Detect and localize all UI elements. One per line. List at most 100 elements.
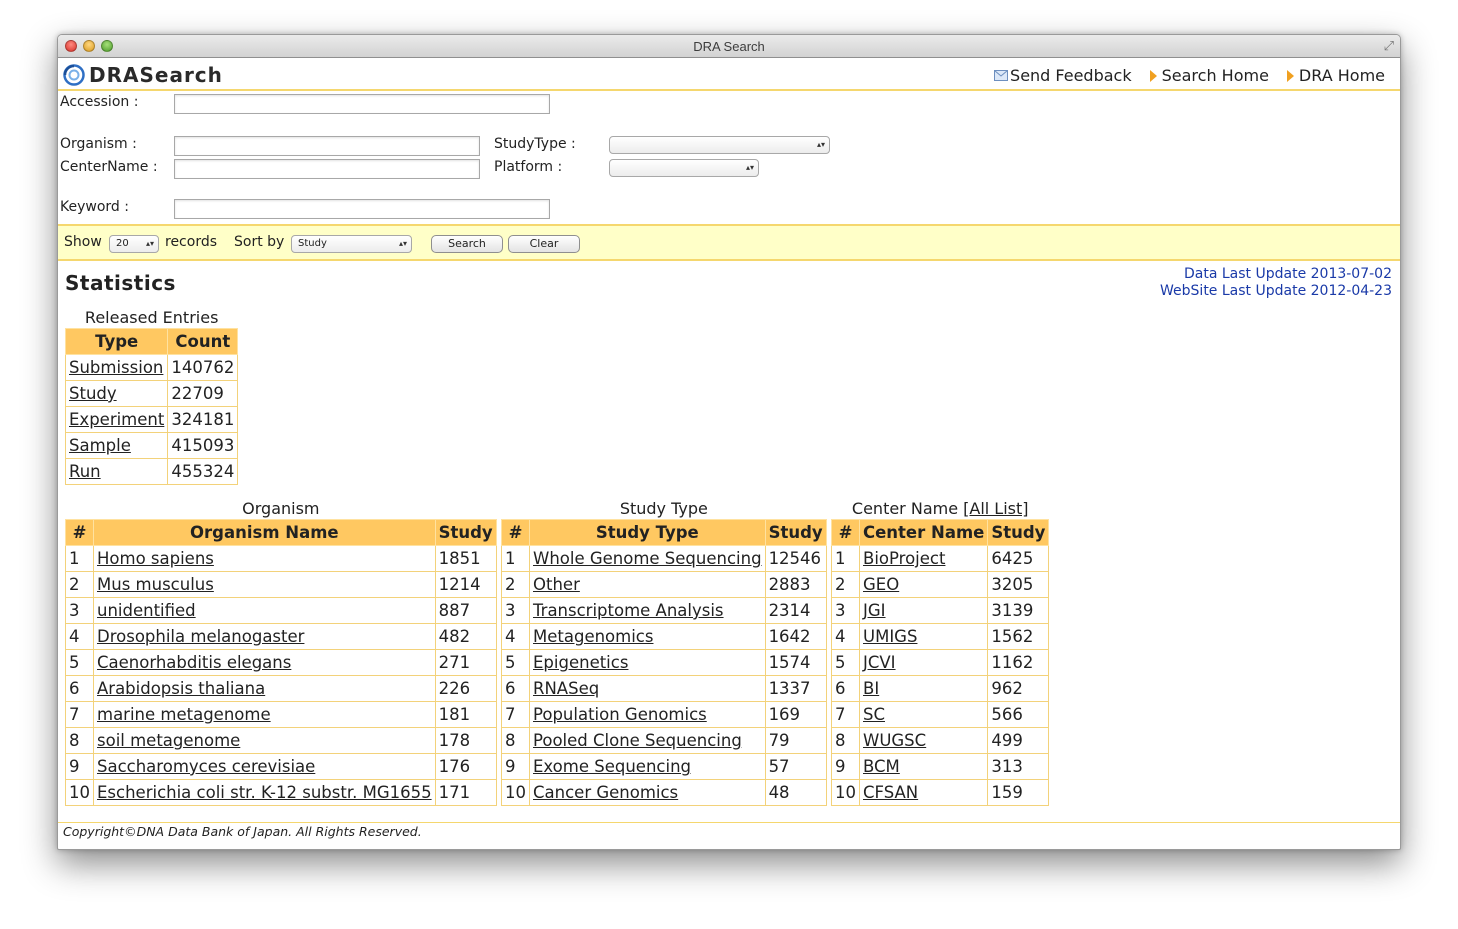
arrow-icon xyxy=(1149,69,1157,82)
table-link[interactable]: JGI xyxy=(863,601,886,620)
table-link[interactable]: WUGSC xyxy=(863,731,926,750)
table-link[interactable]: Population Genomics xyxy=(533,705,707,724)
table-cell: 178 xyxy=(434,727,497,754)
table-cell: 7 xyxy=(65,701,94,728)
sort-by-select[interactable]: Study ▴▾ xyxy=(291,235,412,253)
table-link[interactable]: JCVI xyxy=(863,653,896,672)
link-cell: Caenorhabditis elegans xyxy=(93,649,436,676)
table-cell: 3205 xyxy=(987,571,1050,598)
table-row: 1 BioProject 6425 xyxy=(831,545,1050,572)
table-link[interactable]: unidentified xyxy=(97,601,196,620)
table-cell: 2 xyxy=(501,571,530,598)
table-cell: 1337 xyxy=(764,675,827,702)
table-link[interactable]: soil metagenome xyxy=(97,731,240,750)
dra-home-link[interactable]: DRA Home xyxy=(1286,66,1385,85)
table-link[interactable]: Submission xyxy=(69,358,163,377)
table-header-row: Type Count xyxy=(64,328,239,355)
table-cell: 455324 xyxy=(167,458,239,485)
table-link[interactable]: Run xyxy=(69,462,101,481)
studytype-block: Study Type # Study Type Study 1 Whole Genome… xyxy=(501,499,827,806)
clear-button[interactable]: Clear xyxy=(508,235,580,253)
table-row: 5 JCVI 1162 xyxy=(831,649,1050,676)
table-link[interactable]: Experiment xyxy=(69,410,164,429)
studytype-select[interactable]: ▴▾ xyxy=(609,136,830,154)
table-row: 4 UMIGS 1562 xyxy=(831,623,1050,650)
center-block: Center Name [All List] # Center Name Study… xyxy=(831,499,1050,806)
window-controls xyxy=(65,40,113,52)
table-link[interactable]: GEO xyxy=(863,575,899,594)
all-list-link[interactable]: [All List] xyxy=(963,499,1028,518)
table-cell: 962 xyxy=(987,675,1050,702)
table-link[interactable]: BioProject xyxy=(863,549,945,568)
table-link[interactable]: Sample xyxy=(69,436,131,455)
table-row: 3 unidentified 887 xyxy=(65,597,497,624)
table-link[interactable]: Whole Genome Sequencing xyxy=(533,549,762,568)
keyword-label: Keyword : xyxy=(60,199,129,215)
table-link[interactable]: Saccharomyces cerevisiae xyxy=(97,757,315,776)
organism-table: # Organism Name Study 1 Homo sapiens 1851 2 Mus… xyxy=(65,519,497,806)
organism-input[interactable] xyxy=(174,136,480,156)
link-cell: Whole Genome Sequencing xyxy=(529,545,766,572)
column-header: # xyxy=(831,519,860,546)
table-link[interactable]: Study xyxy=(69,384,117,403)
table-cell: 566 xyxy=(987,701,1050,728)
table-cell: 3 xyxy=(831,597,860,624)
table-link[interactable]: CFSAN xyxy=(863,783,918,802)
table-link[interactable]: Drosophila melanogaster xyxy=(97,627,304,646)
table-link[interactable]: Mus musculus xyxy=(97,575,214,594)
website-last-update: WebSite Last Update 2012-04-23 xyxy=(1160,283,1392,299)
link-cell: BI xyxy=(858,675,989,702)
table-cell: 2 xyxy=(65,571,94,598)
statistics-title: Statistics xyxy=(65,271,176,295)
table-link[interactable]: Cancer Genomics xyxy=(533,783,678,802)
table-link[interactable]: Transcriptome Analysis xyxy=(533,601,724,620)
keyword-input[interactable] xyxy=(174,199,550,219)
table-link[interactable]: marine metagenome xyxy=(97,705,271,724)
table-cell: 9 xyxy=(65,753,94,780)
column-header: # xyxy=(65,519,94,546)
fullscreen-icon[interactable]: ⤢ xyxy=(1384,39,1394,53)
search-home-link[interactable]: Search Home xyxy=(1149,66,1269,85)
table-cell: 1851 xyxy=(434,545,497,572)
link-cell: Epigenetics xyxy=(529,649,766,676)
table-row: 7 SC 566 xyxy=(831,701,1050,728)
table-link[interactable]: Exome Sequencing xyxy=(533,757,691,776)
window-title: DRA Search xyxy=(693,39,765,54)
zoom-window-button[interactable] xyxy=(101,40,113,52)
table-cell: 176 xyxy=(434,753,497,780)
table-link[interactable]: Metagenomics xyxy=(533,627,653,646)
table-link[interactable]: RNASeq xyxy=(533,679,599,698)
table-row: 10 Cancer Genomics 48 xyxy=(501,779,827,806)
link-cell: BioProject xyxy=(858,545,989,572)
link-cell: RNASeq xyxy=(529,675,766,702)
site-logo[interactable]: DRASearch xyxy=(62,63,223,87)
search-button[interactable]: Search xyxy=(431,235,503,253)
table-row: 5 Epigenetics 1574 xyxy=(501,649,827,676)
table-link[interactable]: Pooled Clone Sequencing xyxy=(533,731,742,750)
title-bar: DRA Search ⤢ xyxy=(58,35,1400,58)
table-link[interactable]: Epigenetics xyxy=(533,653,628,672)
table-link[interactable]: Other xyxy=(533,575,580,594)
close-window-button[interactable] xyxy=(65,40,77,52)
table-link[interactable]: UMIGS xyxy=(863,627,917,646)
table-link[interactable]: BI xyxy=(863,679,879,698)
table-cell: 6 xyxy=(65,675,94,702)
centername-input[interactable] xyxy=(174,159,480,179)
send-feedback-link[interactable]: Send Feedback xyxy=(994,66,1132,85)
table-row: 2 Mus musculus 1214 xyxy=(65,571,497,598)
link-cell: JGI xyxy=(858,597,989,624)
center-table: # Center Name Study 1 BioProject 6425 2 GEO 3205… xyxy=(831,519,1050,806)
records-per-page-select[interactable]: 20 ▴▾ xyxy=(109,235,159,253)
table-link[interactable]: Homo sapiens xyxy=(97,549,214,568)
link-cell: soil metagenome xyxy=(93,727,436,754)
table-link[interactable]: BCM xyxy=(863,757,900,776)
table-row: 6 RNASeq 1337 xyxy=(501,675,827,702)
accession-input[interactable] xyxy=(174,94,550,114)
platform-select[interactable]: ▴▾ xyxy=(609,159,759,177)
minimize-window-button[interactable] xyxy=(83,40,95,52)
table-link[interactable]: Escherichia coli str. K-12 substr. MG165… xyxy=(97,783,432,802)
link-cell: Drosophila melanogaster xyxy=(93,623,436,650)
table-link[interactable]: Arabidopsis thaliana xyxy=(97,679,265,698)
table-link[interactable]: Caenorhabditis elegans xyxy=(97,653,291,672)
table-link[interactable]: SC xyxy=(863,705,885,724)
